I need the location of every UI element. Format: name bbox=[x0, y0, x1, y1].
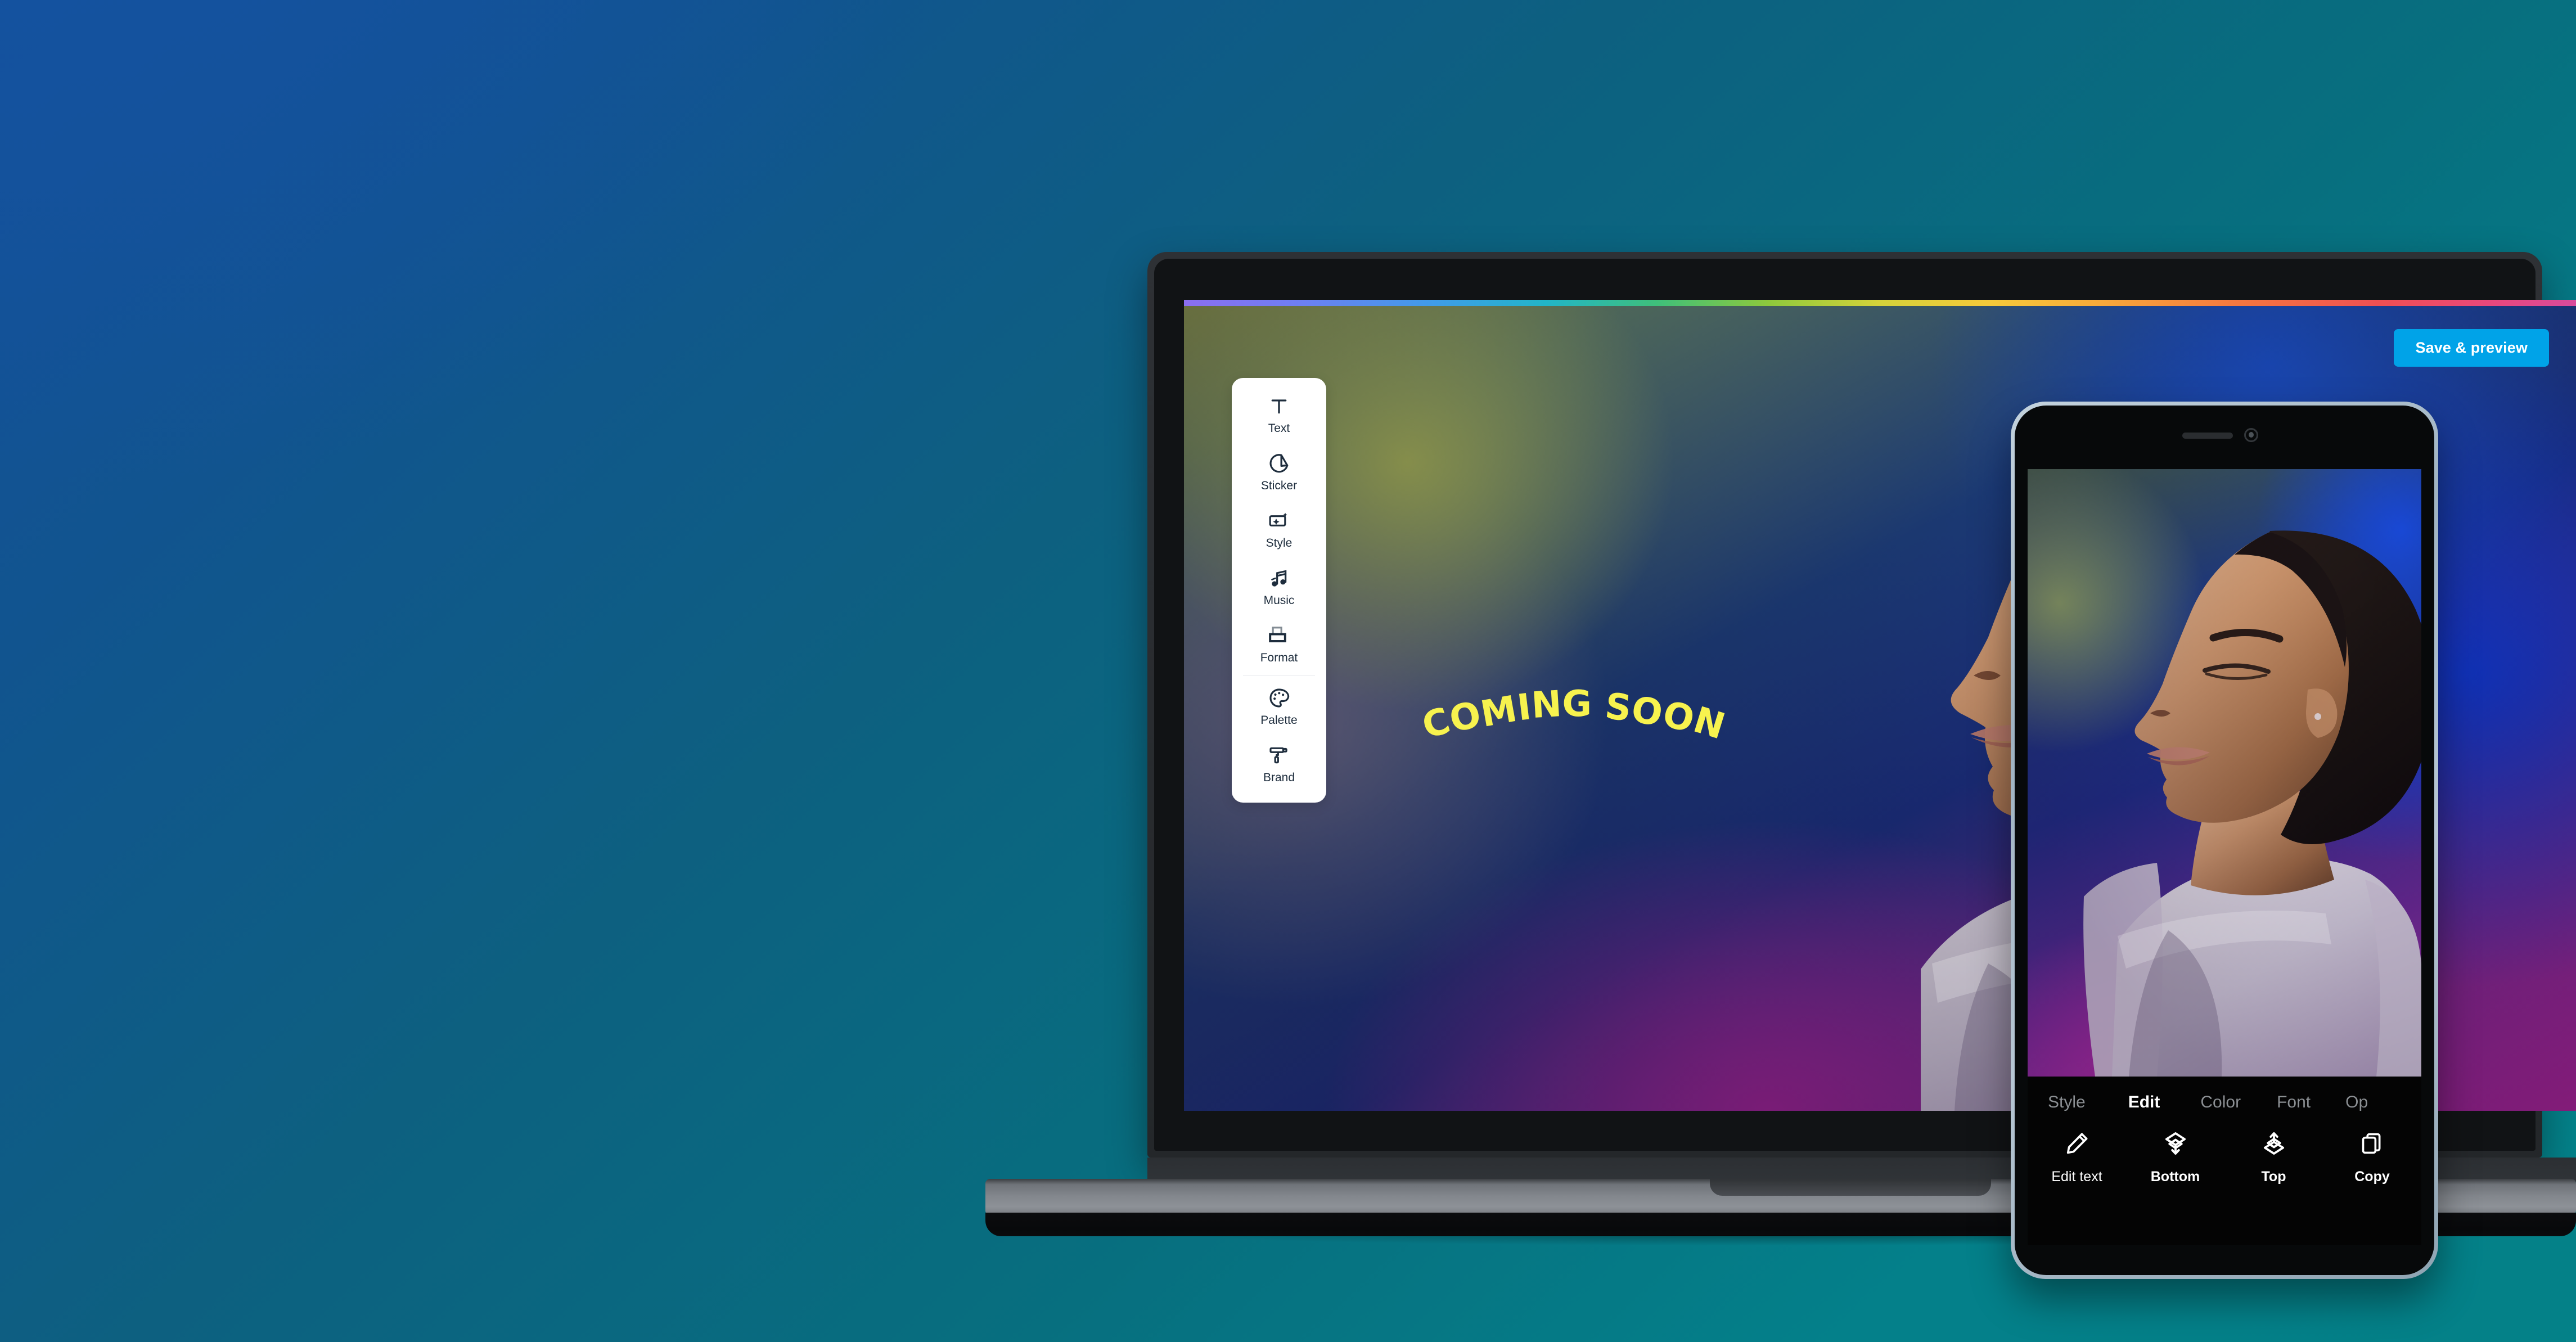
phone-tab-style[interactable]: Style bbox=[2048, 1093, 2086, 1112]
phone-canvas-photo-backdrop bbox=[2028, 469, 2421, 1077]
phone-portrait-photo bbox=[2028, 469, 2421, 1077]
page-background: Save & preview COMING SOON Text Sticker bbox=[0, 0, 2576, 1342]
sidebar-item-label: Sticker bbox=[1260, 479, 1298, 492]
copy-icon bbox=[2359, 1131, 2385, 1156]
phone-device: Style Edit Color Font Op Edit text Botto… bbox=[2011, 402, 2438, 1279]
phone-action-send-to-bottom[interactable]: Bottom bbox=[2126, 1131, 2224, 1185]
save-and-preview-button[interactable]: Save & preview bbox=[2394, 329, 2549, 367]
phone-action-label: Top bbox=[2261, 1169, 2286, 1185]
phone-edit-toolbar: Style Edit Color Font Op Edit text Botto… bbox=[2028, 1077, 2421, 1245]
sidebar-item-format[interactable]: Format bbox=[1232, 615, 1326, 673]
text-t-icon bbox=[1268, 395, 1290, 417]
laptop-base-notch bbox=[1710, 1179, 1991, 1196]
phone-action-bring-to-top[interactable]: Top bbox=[2224, 1131, 2323, 1185]
sidebar-item-style[interactable]: Style bbox=[1232, 501, 1326, 558]
phone-front-camera-icon bbox=[2244, 428, 2258, 442]
send-to-back-icon bbox=[2163, 1131, 2188, 1156]
pencil-icon bbox=[2064, 1131, 2090, 1156]
sidebar-item-label: Format bbox=[1260, 651, 1298, 664]
phone-action-copy[interactable]: Copy bbox=[2323, 1131, 2421, 1185]
phone-earpiece-speaker bbox=[2182, 433, 2233, 439]
sidebar-item-text[interactable]: Text bbox=[1232, 386, 1326, 443]
sidebar-item-palette[interactable]: Palette bbox=[1232, 678, 1326, 735]
desktop-overlay-text[interactable]: COMING SOON bbox=[1417, 683, 1730, 748]
format-layout-icon bbox=[1268, 624, 1290, 647]
desktop-tool-sidebar: Text Sticker Style Music Format Palette … bbox=[1232, 378, 1326, 803]
sidebar-item-label: Music bbox=[1263, 594, 1295, 607]
sidebar-item-brand[interactable]: Brand bbox=[1232, 735, 1326, 792]
sidebar-item-sticker[interactable]: Sticker bbox=[1232, 443, 1326, 501]
sticker-icon bbox=[1268, 452, 1290, 475]
phone-tab-bar: Style Edit Color Font Op bbox=[2028, 1087, 2421, 1118]
phone-action-label: Copy bbox=[2354, 1169, 2390, 1185]
phone-action-label: Bottom bbox=[2150, 1169, 2200, 1185]
phone-tab-edit[interactable]: Edit bbox=[2128, 1093, 2160, 1112]
phone-tab-font[interactable]: Font bbox=[2277, 1093, 2311, 1112]
style-sparkle-icon bbox=[1268, 510, 1290, 532]
music-note-icon bbox=[1268, 567, 1290, 589]
phone-tab-opacity[interactable]: Op bbox=[2345, 1093, 2368, 1112]
phone-action-edit-text[interactable]: Edit text bbox=[2028, 1131, 2126, 1185]
sidebar-item-label: Style bbox=[1266, 537, 1292, 550]
phone-tab-color[interactable]: Color bbox=[2200, 1093, 2241, 1112]
bring-to-front-icon bbox=[2261, 1131, 2287, 1156]
paint-roller-icon bbox=[1268, 744, 1290, 767]
rainbow-accent-bar bbox=[1184, 300, 2576, 306]
sidebar-item-music[interactable]: Music bbox=[1232, 558, 1326, 615]
phone-action-row: Edit text Bottom Top Copy bbox=[2028, 1131, 2421, 1185]
phone-app-canvas bbox=[2028, 469, 2421, 1077]
palette-icon bbox=[1268, 687, 1290, 709]
phone-action-label: Edit text bbox=[2051, 1169, 2102, 1185]
sidebar-item-label: Text bbox=[1268, 422, 1290, 435]
sidebar-item-label: Palette bbox=[1260, 714, 1298, 727]
sidebar-item-label: Brand bbox=[1263, 771, 1295, 784]
